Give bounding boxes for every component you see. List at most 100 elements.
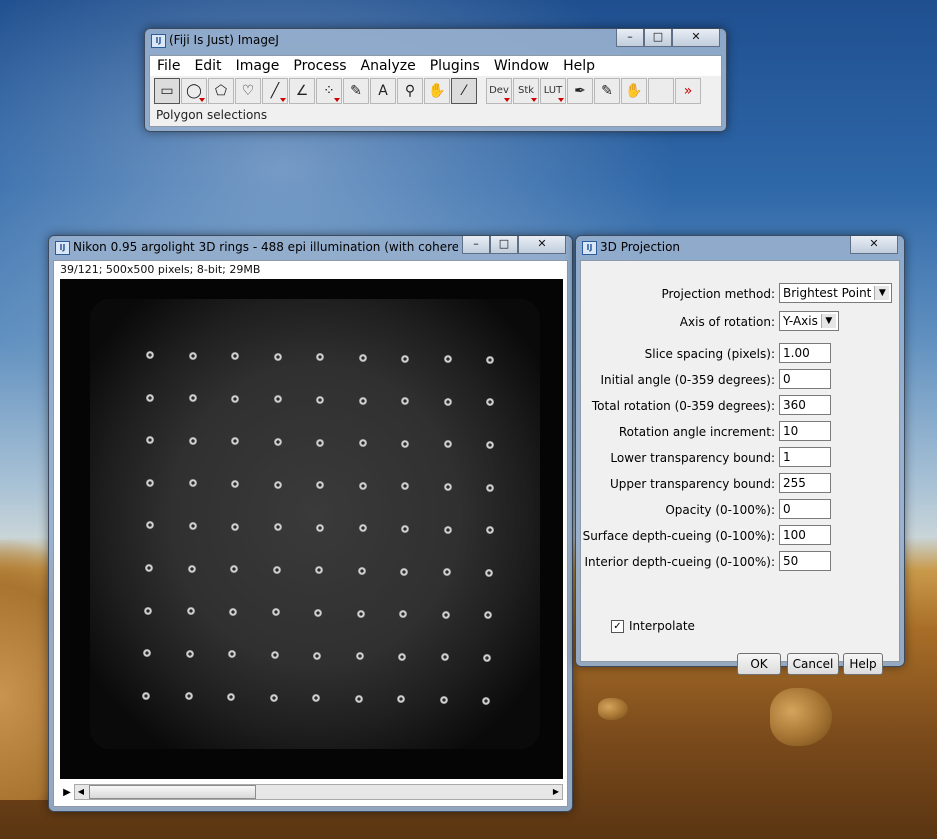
flood-fill-tool-icon[interactable]: ✋ (621, 78, 647, 104)
empty-tool-slot (648, 78, 674, 104)
bead-spot (188, 436, 197, 445)
bead-spot (401, 439, 409, 448)
field-row: Total rotation (0-359 degrees): 360 (581, 395, 901, 417)
bead-spot (316, 396, 324, 404)
bead-spot (271, 608, 280, 617)
field-row: Lower transparency bound: 1 (581, 447, 901, 469)
slice-spacing-input[interactable]: 1.00 (779, 343, 831, 363)
interpolate-label: Interpolate (629, 619, 695, 633)
bead-spot (229, 607, 237, 616)
bead-spot (273, 523, 282, 532)
interior-depth-cueing-input[interactable]: 50 (779, 551, 831, 571)
play-icon[interactable]: ▶ (60, 787, 74, 798)
bead-spot (401, 525, 409, 533)
interpolate-checkbox-row[interactable]: ✓ Interpolate (611, 619, 695, 633)
dialog-icon: IJ (582, 241, 597, 255)
bead-spot (358, 354, 367, 362)
bead-spot (316, 438, 324, 447)
bead-spot (358, 524, 367, 533)
axis-select[interactable]: Y-Axis ▼ (779, 311, 839, 331)
surface-depth-cueing-label: Surface depth-cueing (0-100%): (582, 529, 775, 543)
menu-analyze[interactable]: Analyze (354, 56, 423, 76)
stack-slice-scrollbar[interactable]: ◀ ▶ (74, 784, 563, 800)
scroll-left-icon[interactable]: ◀ (75, 785, 87, 799)
wand-tool-icon[interactable]: ✎ (343, 78, 369, 104)
menu-process[interactable]: Process (286, 56, 353, 76)
bead-spot (358, 481, 367, 490)
field-row: Initial angle (0-359 degrees): 0 (581, 369, 901, 391)
bead-spot (273, 352, 282, 361)
desktop-hay-bale-small (598, 698, 628, 720)
image-title-bar[interactable]: IJ Nikon 0.95 argolight 3D rings - 488 e… (49, 236, 572, 258)
bead-spot (146, 351, 154, 359)
magnifier-tool-icon[interactable]: ⚲ (397, 78, 423, 104)
bead-spot (439, 696, 448, 704)
color-picker-tool-icon[interactable]: ⁄ (451, 78, 477, 104)
rotation-increment-input[interactable]: 10 (779, 421, 831, 441)
bead-spot (358, 439, 367, 448)
projection-method-select[interactable]: Brightest Point ▼ (779, 283, 893, 303)
interpolate-checkbox[interactable]: ✓ (611, 619, 624, 633)
help-button[interactable]: Help (843, 653, 883, 675)
oval-tool-icon[interactable]: ◯ (181, 78, 207, 104)
rectangle-tool-icon[interactable]: ▭ (154, 78, 180, 104)
close-button[interactable]: ✕ (518, 236, 566, 254)
field-row: Upper transparency bound: 255 (581, 473, 901, 495)
pencil-tool-icon[interactable]: ✒ (567, 78, 593, 104)
bead-spot (231, 480, 239, 488)
surface-depth-cueing-input[interactable]: 100 (779, 525, 831, 545)
angle-tool-icon[interactable]: ∠ (289, 78, 315, 104)
menu-image[interactable]: Image (229, 56, 287, 76)
scroll-right-icon[interactable]: ▶ (550, 785, 562, 799)
bead-spot (441, 610, 450, 619)
upper-transparency-input[interactable]: 255 (779, 473, 831, 493)
bead-spot (357, 567, 366, 575)
initial-angle-input[interactable]: 0 (779, 369, 831, 389)
bead-spot (273, 395, 282, 404)
scroll-thumb[interactable] (89, 785, 256, 799)
tool-bar: ▭ ◯ ⬠ ♡ ╱ ∠ ⁘ ✎ A ⚲ ✋ ⁄ Dev Stk LUT ✒ ✎ … (154, 78, 702, 104)
bead-spot (358, 396, 367, 405)
bead-spot (273, 480, 282, 489)
menu-bar: File Edit Image Process Analyze Plugins … (150, 56, 721, 76)
bead-spot (270, 651, 279, 659)
cancel-button[interactable]: Cancel (787, 653, 839, 675)
rotation-increment-label: Rotation angle increment: (618, 425, 775, 439)
menu-help[interactable]: Help (556, 56, 602, 76)
lut-menu-tool-icon[interactable]: LUT (540, 78, 566, 104)
menu-file[interactable]: File (150, 56, 187, 76)
text-tool-icon[interactable]: A (370, 78, 396, 104)
bead-spot (485, 568, 493, 577)
bead-spot (442, 568, 451, 577)
freehand-tool-icon[interactable]: ♡ (235, 78, 261, 104)
polygon-tool-icon[interactable]: ⬠ (208, 78, 234, 104)
chevron-down-icon: ▼ (820, 314, 836, 328)
dialog-title-bar[interactable]: IJ 3D Projection ✕ (576, 236, 904, 258)
menu-edit[interactable]: Edit (187, 56, 228, 76)
bead-spot (231, 522, 239, 531)
menu-window[interactable]: Window (487, 56, 556, 76)
image-window-icon: IJ (55, 241, 70, 255)
total-rotation-input[interactable]: 360 (779, 395, 831, 415)
more-tools-icon[interactable]: » (675, 78, 701, 104)
lower-transparency-input[interactable]: 1 (779, 447, 831, 467)
hand-tool-icon[interactable]: ✋ (424, 78, 450, 104)
point-tool-icon[interactable]: ⁘ (316, 78, 342, 104)
axis-label: Axis of rotation: (679, 315, 775, 329)
minimize-button[interactable]: – (462, 236, 490, 254)
image-canvas[interactable] (60, 279, 563, 779)
stk-menu-tool-icon[interactable]: Stk (513, 78, 539, 104)
maximize-button[interactable]: □ (644, 29, 672, 47)
close-button[interactable]: ✕ (850, 236, 898, 254)
ok-button[interactable]: OK (737, 653, 781, 675)
menu-plugins[interactable]: Plugins (423, 56, 487, 76)
imagej-title-bar[interactable]: IJ (Fiji Is Just) ImageJ – □ ✕ (145, 29, 726, 51)
line-tool-icon[interactable]: ╱ (262, 78, 288, 104)
close-button[interactable]: ✕ (672, 29, 720, 47)
maximize-button[interactable]: □ (490, 236, 518, 254)
minimize-button[interactable]: – (616, 29, 644, 47)
brush-tool-icon[interactable]: ✎ (594, 78, 620, 104)
opacity-input[interactable]: 0 (779, 499, 831, 519)
bead-spot (188, 522, 197, 530)
dev-menu-tool-icon[interactable]: Dev (486, 78, 512, 104)
